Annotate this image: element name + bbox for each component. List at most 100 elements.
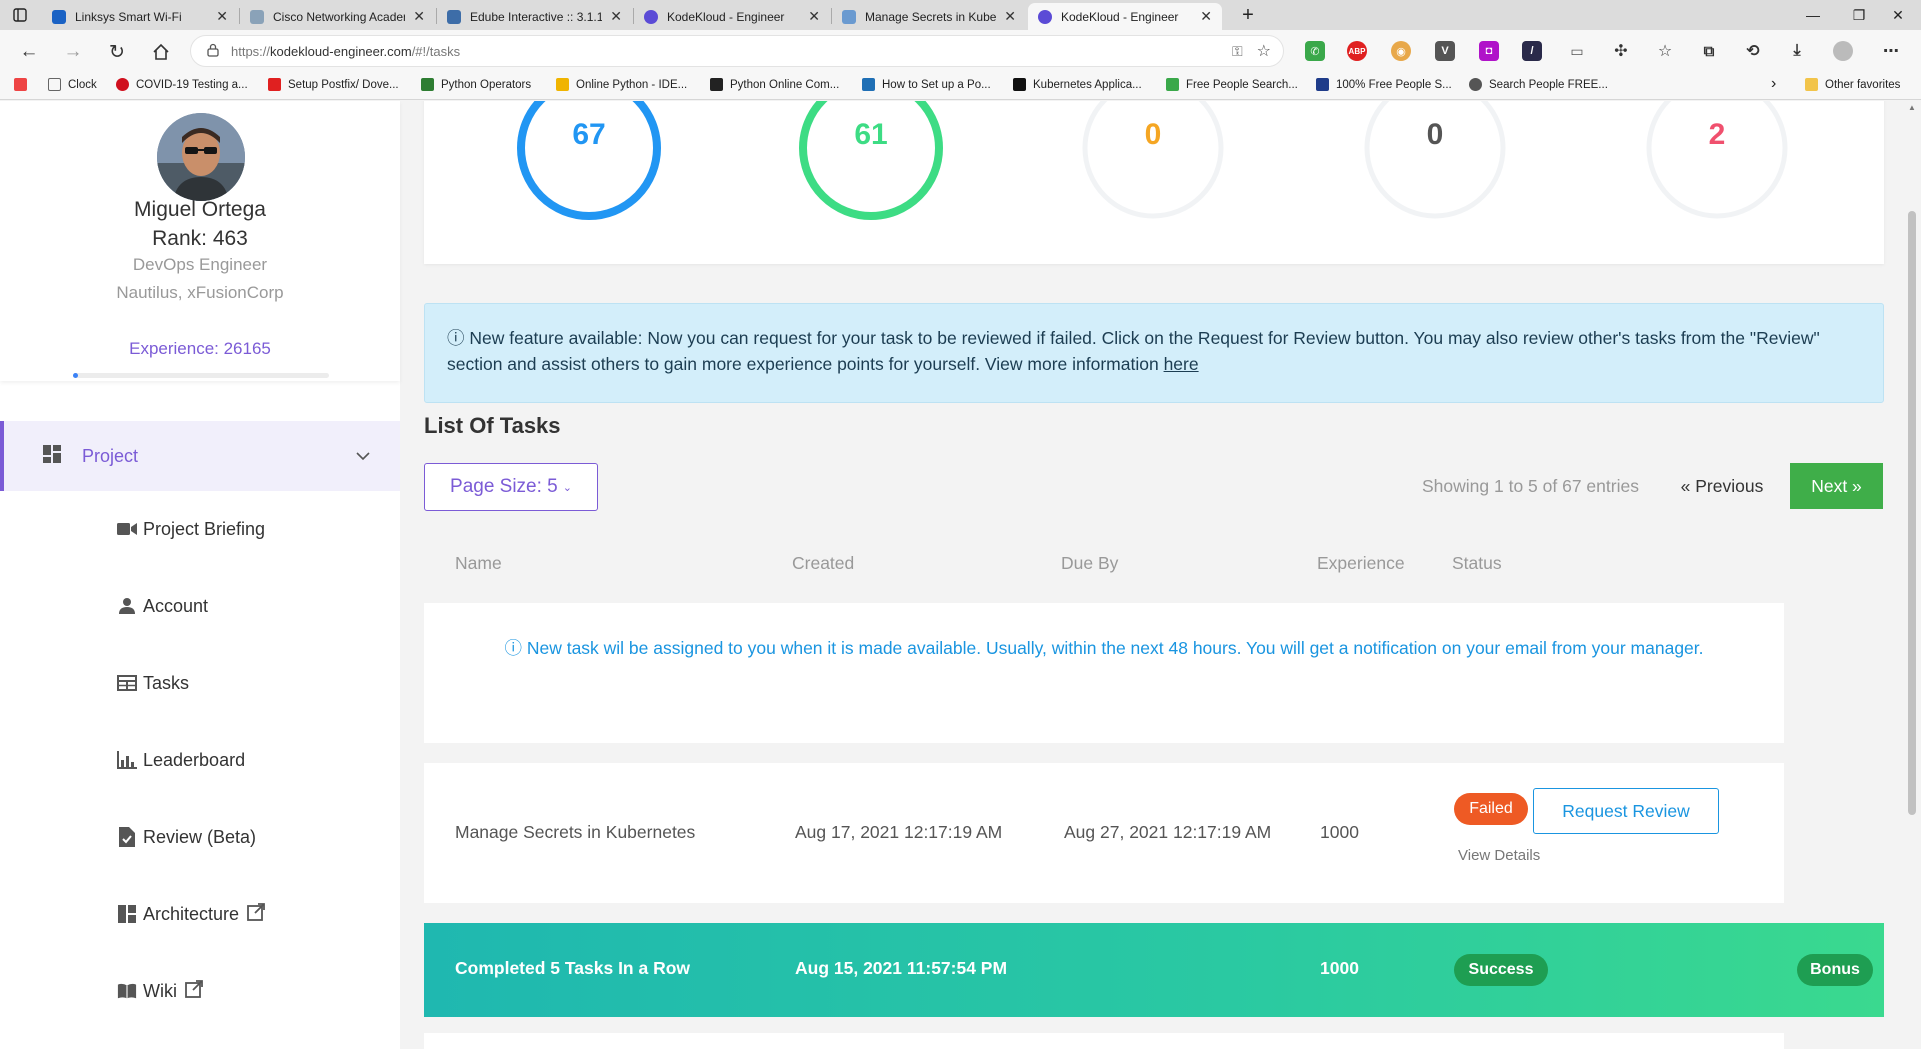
scrollbar-thumb[interactable] [1908, 211, 1916, 815]
key-icon[interactable]: ⚿ [1232, 43, 1243, 60]
close-tab-icon[interactable]: ✕ [610, 8, 622, 25]
avatar[interactable] [157, 113, 245, 201]
sidebar-item-project[interactable]: Project [0, 421, 400, 491]
folder-icon [1805, 78, 1818, 91]
sidebar-item-account[interactable]: Account [117, 591, 208, 621]
previous-page-button[interactable]: « Previous [1658, 463, 1786, 509]
add-favorite-icon[interactable]: ☆ [1257, 41, 1271, 61]
back-icon[interactable]: ← [16, 39, 42, 65]
browser-tab-active[interactable]: KodeKloud - Engineer ✕ [1028, 3, 1222, 30]
bookmark-item[interactable]: Kubernetes Applica... [1013, 78, 1142, 91]
column-header-name: Name [455, 553, 502, 573]
tab-favicon [644, 9, 658, 24]
extension-slash-icon[interactable]: / [1522, 41, 1542, 61]
address-bar[interactable]: https://kodekloud-engineer.com/#!/tasks … [190, 35, 1284, 67]
dashboard-icon [42, 444, 62, 469]
reload-icon[interactable]: ↻ [104, 39, 130, 65]
shield-icon [556, 78, 569, 91]
extension-v-icon[interactable]: V [1435, 41, 1455, 61]
view-details-link[interactable]: View Details [1458, 847, 1540, 864]
new-tab-icon[interactable]: + [1228, 0, 1268, 30]
history-icon[interactable]: ⟲ [1743, 41, 1763, 61]
stat-total-tasks: 67 [515, 101, 663, 222]
sidebar-item-leaderboard[interactable]: Leaderboard [117, 745, 245, 775]
sidebar-item-review[interactable]: Review (Beta) [117, 822, 256, 852]
sidebar-item-wiki[interactable]: Wiki [117, 976, 203, 1006]
next-page-button[interactable]: Next » [1790, 463, 1883, 509]
chevron-down-icon[interactable] [356, 448, 370, 464]
chart-icon [117, 750, 137, 770]
bookmark-item[interactable]: Search People FREE... [1469, 78, 1608, 91]
adblock-icon[interactable]: ABP [1347, 41, 1367, 61]
bookmark-item[interactable]: Clock [48, 78, 97, 91]
bookmark-item[interactable]: 100% Free People S... [1316, 78, 1452, 91]
more-options-icon[interactable]: ⋯ [1881, 41, 1901, 61]
bookmark-item[interactable]: Online Python - IDE... [556, 78, 687, 91]
bookmark-item[interactable]: Free People Search... [1166, 78, 1298, 91]
extension-phone-icon[interactable]: ✆ [1305, 41, 1325, 61]
close-tab-icon[interactable]: ✕ [1200, 8, 1212, 25]
lock-icon[interactable] [207, 43, 219, 60]
user-icon [117, 596, 137, 616]
home-icon[interactable] [148, 39, 174, 65]
tab-actions-icon[interactable] [0, 0, 40, 30]
profile-rank: Rank: 463 [152, 227, 248, 250]
close-window-icon[interactable]: ✕ [1875, 0, 1921, 30]
request-review-button[interactable]: Request Review [1533, 788, 1719, 834]
browser-tab[interactable]: Manage Secrets in Kubernetes ✕ [832, 3, 1026, 30]
sidebar-item-project-briefing[interactable]: Project Briefing [117, 514, 265, 544]
sidebar-item-architecture[interactable]: Architecture [117, 899, 265, 929]
collections-icon[interactable]: ⧉ [1699, 41, 1719, 61]
bookmark-item[interactable]: Python Operators [421, 78, 531, 91]
page-scrollbar[interactable]: ▲ [1903, 101, 1921, 1049]
page-size-dropdown[interactable]: Page Size: 5 ⌄ [424, 463, 598, 511]
forward-icon[interactable]: → [60, 39, 86, 65]
programiz-icon [710, 78, 723, 91]
stats-card: 67 61 0 0 2 [424, 101, 1884, 264]
browser-tab[interactable]: Cisco Networking Academy Buil ✕ [240, 3, 435, 30]
digitalocean-icon [862, 78, 875, 91]
favorites-icon[interactable]: ☆ [1655, 41, 1675, 61]
extensions-puzzle-icon[interactable]: ✣ [1611, 41, 1631, 61]
experience-progress-fill [73, 373, 79, 378]
bookmarks-overflow-icon[interactable]: › [1771, 75, 1776, 93]
browser-toolbar: ← → ↻ https://kodekloud-engineer.com/#!/… [0, 30, 1921, 72]
bookmark-item[interactable]: Setup Postfix/ Dove... [268, 78, 399, 91]
minimize-icon[interactable]: — [1790, 0, 1836, 30]
tab-favicon [1038, 9, 1052, 24]
browser-tab[interactable]: Edube Interactive :: 3.1.1.1 Funda ✕ [437, 3, 632, 30]
other-favorites[interactable]: Other favorites [1805, 78, 1900, 91]
stat-value: 61 [854, 118, 888, 151]
bookmark-item[interactable]: How to Set up a Po... [862, 78, 991, 91]
bookmark-gmail[interactable] [14, 78, 34, 91]
close-tab-icon[interactable]: ✕ [413, 8, 425, 25]
sidebar: Miguel Ortega Rank: 463 DevOps Engineer … [0, 101, 400, 1049]
browser-tab[interactable]: Linksys Smart Wi-Fi ✕ [42, 3, 238, 30]
extension-eyes-icon[interactable]: ◉ [1391, 41, 1411, 61]
task-due: Aug 27, 2021 12:17:19 AM [1064, 822, 1272, 842]
bonus-row: Completed 5 Tasks In a Row Aug 15, 2021 … [424, 923, 1884, 1017]
chevron-down-icon: ⌄ [562, 481, 572, 494]
table-icon [117, 673, 137, 693]
banner-more-info-link[interactable]: here [1164, 354, 1199, 374]
downloads-icon[interactable]: ⤓ [1787, 41, 1807, 61]
status-badge: Failed [1454, 793, 1528, 825]
table-row[interactable]: Manage Secrets in Kubernetes Aug 17, 202… [424, 763, 1784, 903]
sidebar-item-label: Wiki [143, 980, 177, 1001]
extension-cast-icon[interactable]: ▭ [1567, 41, 1587, 61]
profile-icon[interactable] [1833, 41, 1853, 61]
bookmark-item[interactable]: Python Online Com... [710, 78, 839, 91]
close-tab-icon[interactable]: ✕ [1004, 8, 1016, 25]
close-tab-icon[interactable]: ✕ [216, 8, 228, 25]
task-name: Manage Secrets in Kubernetes [455, 822, 696, 842]
sidebar-item-tasks[interactable]: Tasks [117, 668, 189, 698]
task-list-title: List Of Tasks [424, 413, 561, 438]
close-tab-icon[interactable]: ✕ [808, 8, 820, 25]
bookmark-item[interactable]: COVID-19 Testing a... [116, 78, 248, 91]
scroll-up-icon[interactable]: ▲ [1908, 103, 1916, 112]
profile-name: Miguel Ortega [134, 198, 266, 221]
stat-completed-tasks: 61 [797, 101, 945, 222]
extension-purple-icon[interactable]: ◘ [1479, 41, 1499, 61]
browser-tab[interactable]: KodeKloud - Engineer ✕ [634, 3, 830, 30]
profile-org: Nautilus, xFusionCorp [116, 283, 284, 302]
